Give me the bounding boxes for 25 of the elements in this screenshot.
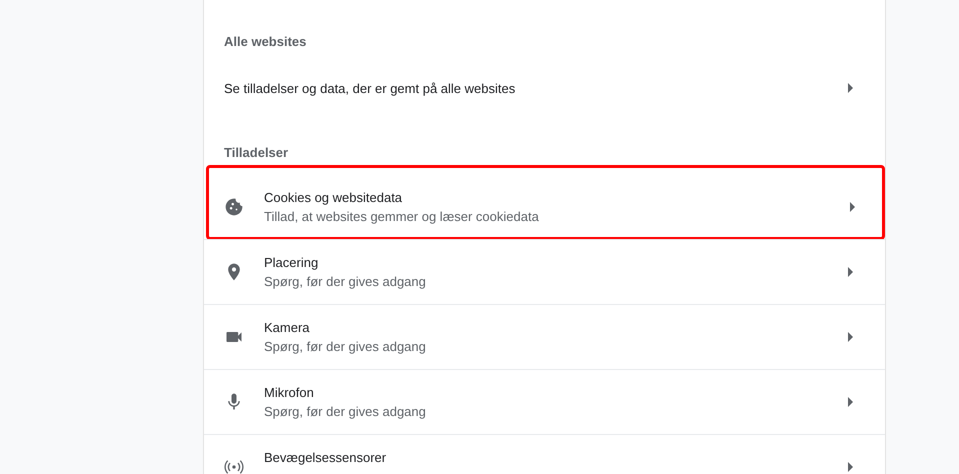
arrow-right-icon (847, 397, 855, 407)
arrow-right-icon (847, 267, 855, 277)
cookie-icon (224, 196, 244, 216)
arrow-right-icon (849, 202, 857, 212)
settings-row[interactable]: Bevægelsessensorer (204, 434, 885, 474)
row-subtitle: Spørg, før der gives adgang (264, 339, 427, 354)
row-title: Mikrofon (264, 385, 315, 400)
row-subtitle: Spørg, før der gives adgang (264, 274, 427, 289)
row-subtitle: Tillad, at websites gemmer og læser cookiedata (264, 208, 540, 224)
arrow-right-icon (847, 83, 855, 93)
row-title: Bevægelsessensorer (264, 450, 388, 465)
row-title: Placering (264, 255, 320, 270)
section-title: Tilladelser (223, 144, 290, 162)
arrow-right-icon (847, 462, 855, 472)
row-title: Cookies og websitedata (264, 190, 404, 204)
row-subtitle: Spørg, før der gives adgang (264, 404, 427, 419)
settings-row[interactable]: Mikrofon Spørg, før der gives adgang (204, 369, 885, 434)
settings-row[interactable]: Cookies og websitedata Tillad, at websites gemmer og læser cookiedata (209, 176, 882, 237)
row-title: Se tilladelser og data, der er gemt på alle websites (224, 80, 516, 96)
section-title: Alle websites (223, 33, 308, 51)
arrow-right-icon (847, 332, 855, 342)
row-title: Kamera (264, 320, 311, 335)
settings-row[interactable]: Se tilladelser og data, der er gemt på alle websites (204, 64, 885, 112)
settings-row[interactable]: Placering Spørg, før der gives adgang (204, 239, 885, 304)
settings-row[interactable]: Kamera Spørg, før der gives adgang (204, 304, 885, 369)
